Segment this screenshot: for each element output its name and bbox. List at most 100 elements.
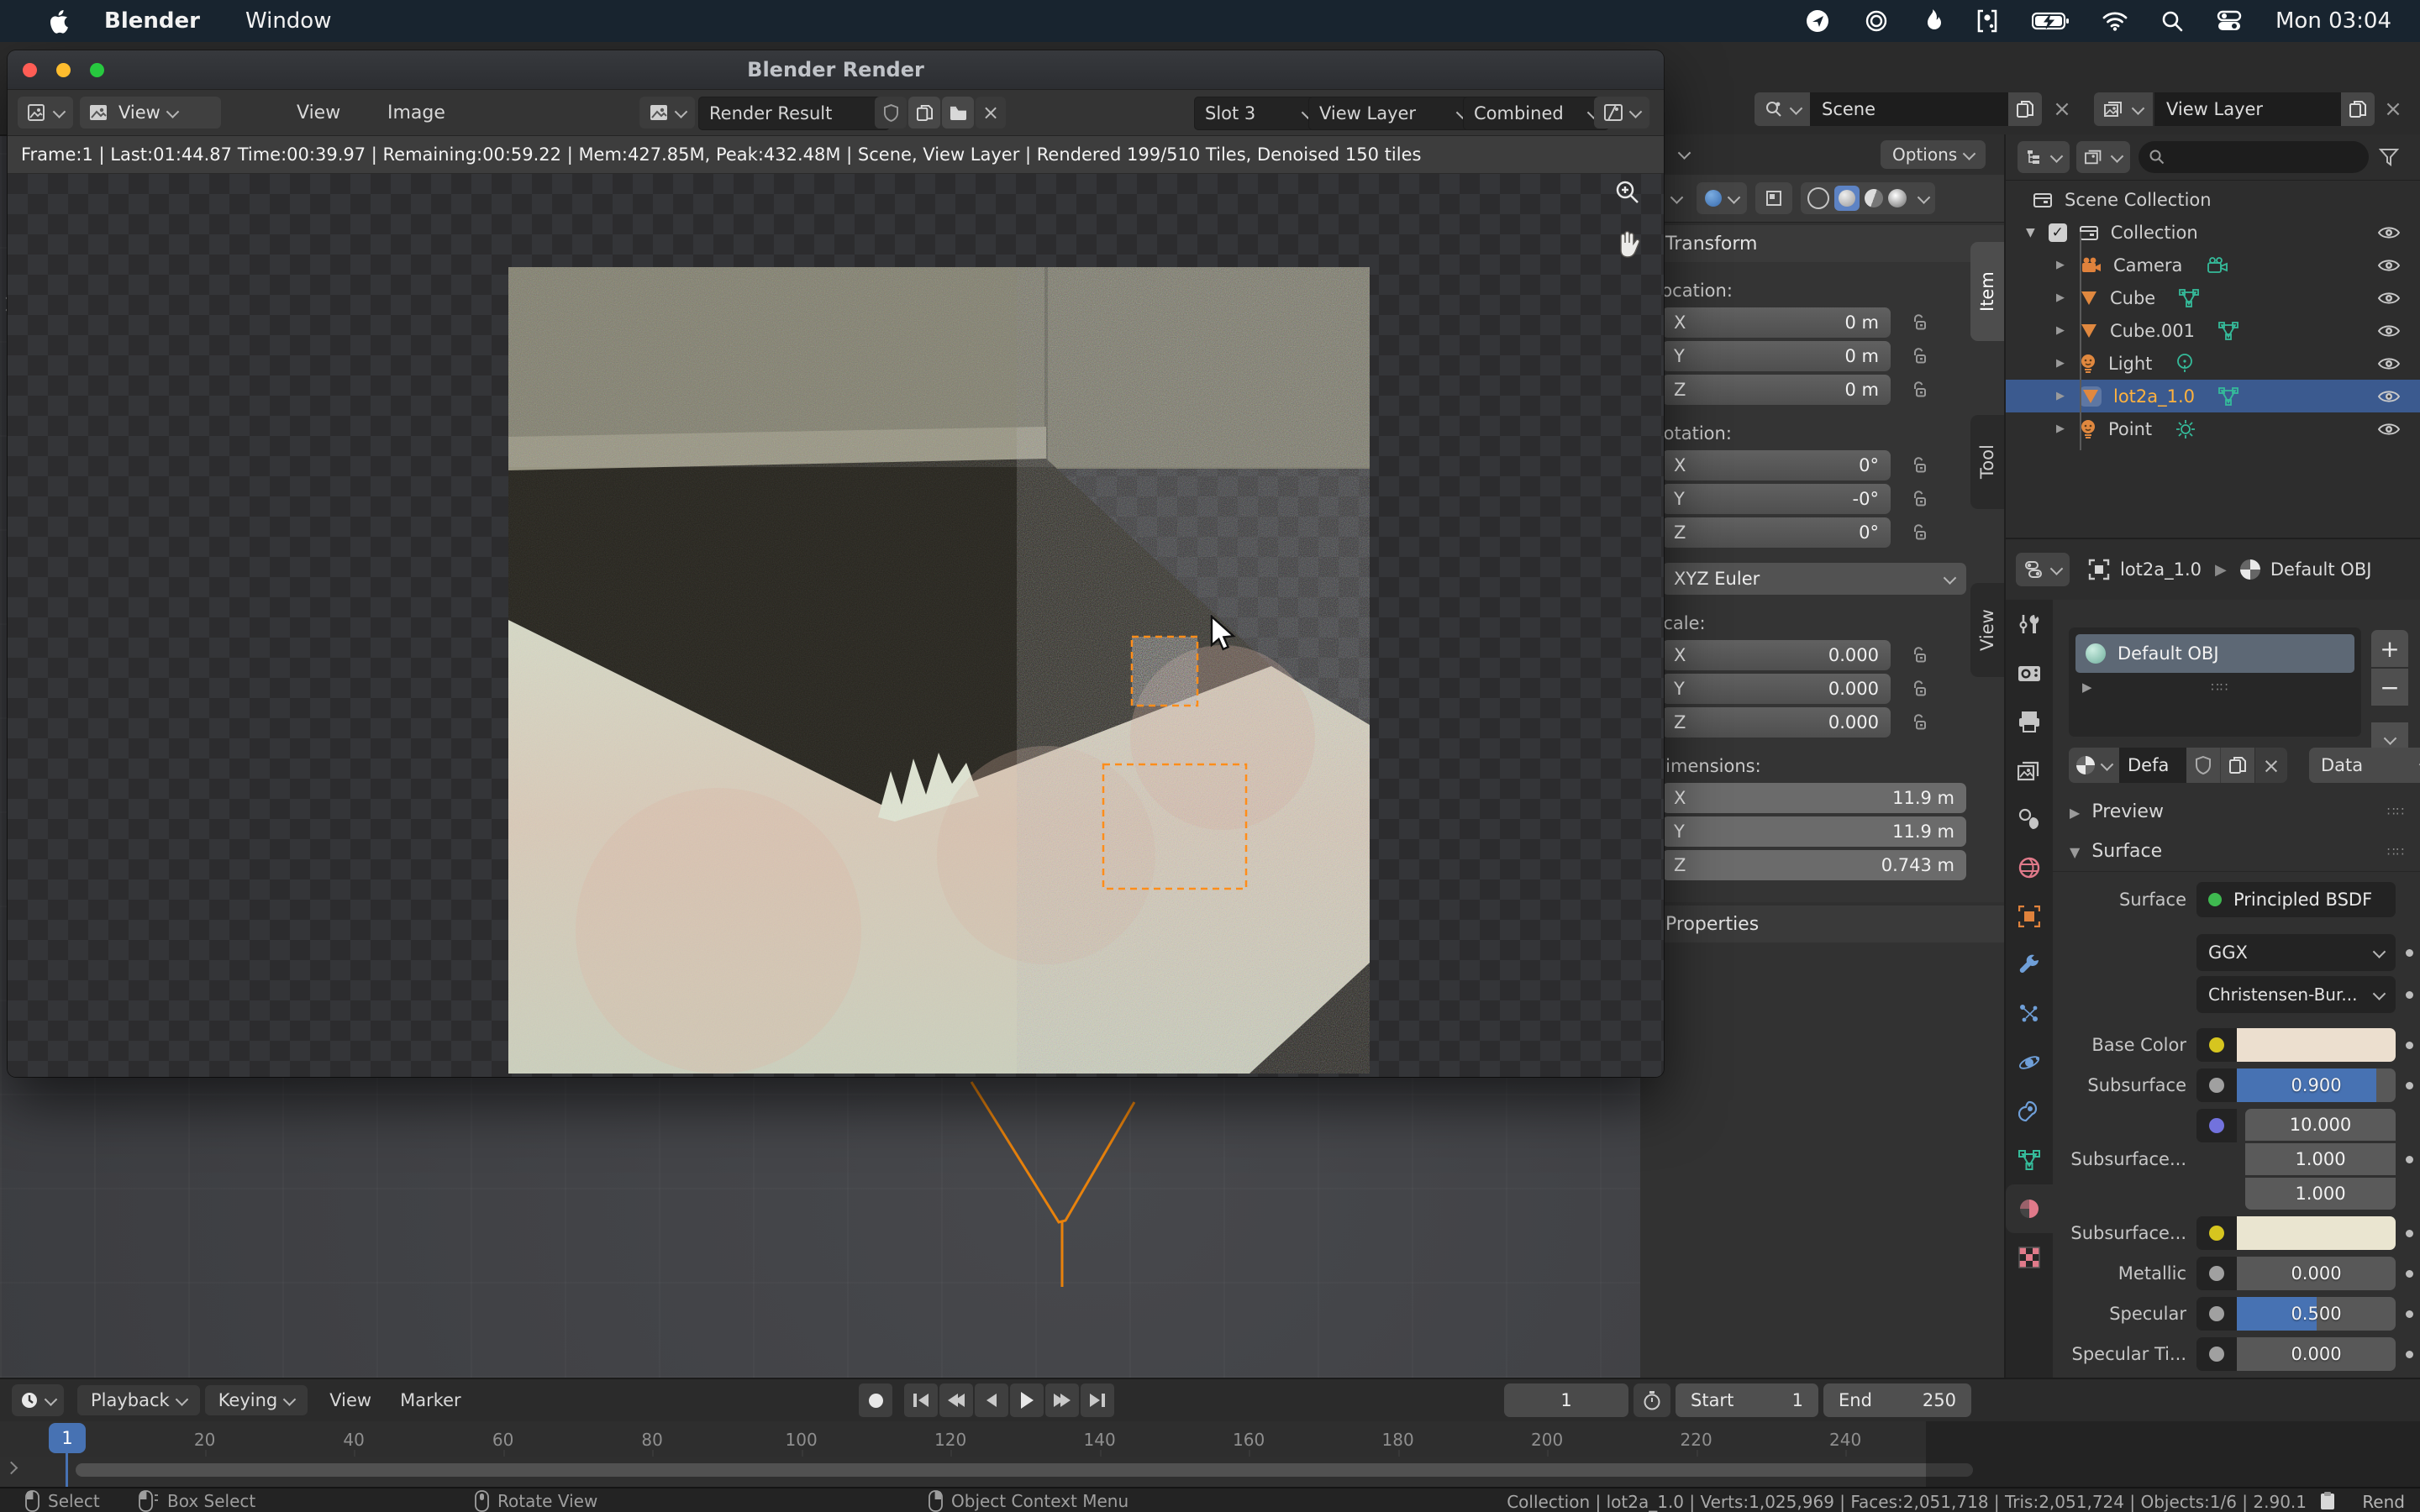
collapsed-caret-icon[interactable]: ▶: [2056, 259, 2065, 271]
eye-icon[interactable]: [2378, 422, 2400, 437]
value-slider[interactable]: 0.000: [2237, 1337, 2396, 1371]
window-image-menu[interactable]: Image: [387, 90, 445, 135]
material-shading-icon[interactable]: [1865, 189, 1883, 207]
material-unlink-button[interactable]: ×: [2254, 748, 2287, 783]
collapsed-caret-icon[interactable]: ▶: [2056, 324, 2065, 337]
node-socket-button[interactable]: [2196, 1337, 2237, 1371]
end-frame-field[interactable]: End250: [1823, 1383, 1971, 1417]
gizmo-dropdown[interactable]: [1697, 182, 1747, 214]
unlink-image-button[interactable]: ×: [976, 97, 1006, 129]
lock-open-icon[interactable]: [1912, 456, 1927, 475]
view-layer-name-field[interactable]: View Layer: [2154, 92, 2351, 126]
outliner-filter-id-dropdown[interactable]: [2076, 141, 2130, 173]
view-layer-copy-button[interactable]: [2341, 92, 2375, 126]
timeline-view-menu[interactable]: View: [329, 1390, 371, 1410]
start-frame-field[interactable]: Start1: [1676, 1383, 1818, 1417]
spiral-icon[interactable]: [1864, 8, 1889, 34]
panel-grip-icon[interactable]: ∷∷: [2387, 844, 2405, 859]
overlay-toggle-button[interactable]: [1755, 182, 1792, 214]
slot-grip-icon[interactable]: ∷∷: [2211, 680, 2228, 695]
eye-icon[interactable]: [2378, 323, 2400, 339]
viewport-header-chevron-icon[interactable]: [1678, 146, 1691, 160]
material-slot-active[interactable]: Default OBJ: [2075, 634, 2354, 673]
lock-open-icon[interactable]: [1912, 347, 1927, 365]
slot-remove-button[interactable]: −: [2371, 669, 2408, 706]
transform-value-field[interactable]: X11.9 m: [1662, 783, 1966, 813]
sidebar-tab-view[interactable]: View: [1970, 583, 2004, 677]
eye-icon[interactable]: [2378, 258, 2400, 273]
collapsed-caret-icon[interactable]: ▶: [2056, 390, 2065, 402]
value-slider[interactable]: 0.900: [2237, 1068, 2396, 1102]
rotation-mode-dropdown[interactable]: XYZ Euler: [1662, 563, 1966, 595]
collapse-arrow-icon[interactable]: [7, 1463, 16, 1473]
pan-hand-icon[interactable]: [1614, 229, 1643, 260]
node-socket-button[interactable]: [2196, 1068, 2237, 1102]
zoom-window-button[interactable]: [90, 63, 104, 77]
animate-dot-icon[interactable]: [2406, 1230, 2413, 1237]
outliner-row[interactable]: ▼ ✓ Collection: [2006, 216, 2420, 249]
material-name-input[interactable]: Defa: [2119, 748, 2186, 783]
transform-value-field[interactable]: Z0°: [1662, 517, 1891, 548]
value-slider[interactable]: 0.500: [2237, 1297, 2396, 1331]
properties-tab-particles[interactable]: [2006, 990, 2053, 1038]
panel-grip-icon[interactable]: ∷∷: [2387, 804, 2405, 819]
menubar-window-menu[interactable]: Window: [245, 8, 332, 34]
render-window[interactable]: Blender Render View View Image Render Re…: [8, 50, 1664, 1077]
collapsed-caret-icon[interactable]: ▶: [2056, 357, 2065, 370]
render-window-titlebar[interactable]: Blender Render: [8, 50, 1664, 90]
material-browse-dropdown[interactable]: [2069, 748, 2119, 783]
animate-dot-icon[interactable]: [2406, 1082, 2413, 1089]
animate-dot-icon[interactable]: [2406, 1270, 2413, 1278]
view-layer-selector-icon[interactable]: [2094, 92, 2153, 126]
transform-value-field[interactable]: Z0.743 m: [1662, 850, 1966, 880]
playback-menu[interactable]: Playback: [77, 1385, 200, 1415]
render-canvas[interactable]: [8, 174, 1664, 1077]
scene-selector-icon[interactable]: [1754, 92, 1810, 126]
lock-open-icon[interactable]: [1912, 313, 1927, 332]
collapsed-caret-icon[interactable]: ▶: [2056, 291, 2065, 304]
outliner-item-label[interactable]: Cube: [2110, 288, 2155, 308]
transform-value-field[interactable]: Z0 m: [1662, 375, 1891, 405]
record-button[interactable]: [859, 1383, 892, 1417]
menubar-app-menu[interactable]: Blender: [104, 8, 200, 34]
slot-add-button[interactable]: +: [2371, 630, 2408, 667]
lock-open-icon[interactable]: [1912, 713, 1927, 732]
breadcrumb-object-name[interactable]: lot2a_1.0: [2120, 559, 2202, 580]
preview-panel-header[interactable]: ▶Preview ∷∷: [2053, 791, 2420, 832]
prev-frame-button[interactable]: [975, 1383, 1008, 1417]
transform-value-field[interactable]: Y-0°: [1662, 484, 1891, 514]
timeline-editor-type-dropdown[interactable]: [12, 1384, 64, 1416]
value-slider[interactable]: 0.000: [2237, 1257, 2396, 1290]
properties-tab-object[interactable]: [2006, 892, 2053, 941]
minimize-window-button[interactable]: [56, 63, 71, 77]
outliner-item-label[interactable]: Collection: [2111, 223, 2198, 243]
slot-dropdown[interactable]: Slot 3: [1194, 97, 1323, 130]
shading-mode-group[interactable]: [1801, 182, 1935, 214]
outliner-item-label[interactable]: Point: [2108, 419, 2152, 439]
lock-open-icon[interactable]: [1912, 680, 1927, 698]
subsurface-method-dropdown[interactable]: Christensen-Bur...: [2196, 976, 2396, 1013]
fake-user-shield-icon[interactable]: [2186, 748, 2220, 783]
expanded-caret-icon[interactable]: ▼: [2026, 226, 2035, 239]
open-image-folder-icon[interactable]: [942, 97, 974, 129]
next-keyframe-button[interactable]: [1045, 1383, 1079, 1417]
node-socket-button[interactable]: [2196, 1257, 2237, 1290]
options-dropdown[interactable]: Options: [1881, 140, 1986, 169]
collection-checkbox[interactable]: ✓: [2049, 223, 2067, 242]
data-dropdown[interactable]: Data: [2309, 748, 2420, 783]
surface-shader-button[interactable]: Principled BSDF: [2196, 882, 2396, 917]
properties-tab-data[interactable]: [2006, 1136, 2053, 1184]
eye-icon[interactable]: [2378, 225, 2400, 240]
transform-value-field[interactable]: X0 m: [1662, 307, 1891, 338]
outliner-row[interactable]: ▶ Cube: [2006, 281, 2420, 314]
view-layer-remove-button[interactable]: ×: [2378, 92, 2408, 126]
scene-copy-button[interactable]: [2008, 92, 2042, 126]
playhead-line[interactable]: [66, 1453, 68, 1487]
properties-tab-tool[interactable]: [2006, 600, 2053, 648]
color-swatch[interactable]: [2237, 1216, 2396, 1250]
transform-value-field[interactable]: Y0.000: [1662, 674, 1891, 704]
outliner-row-root[interactable]: Scene Collection: [2006, 183, 2420, 216]
node-socket-button[interactable]: [2196, 1297, 2237, 1331]
lock-open-icon[interactable]: [1912, 381, 1927, 399]
image-name-field[interactable]: Render Result: [698, 97, 890, 130]
